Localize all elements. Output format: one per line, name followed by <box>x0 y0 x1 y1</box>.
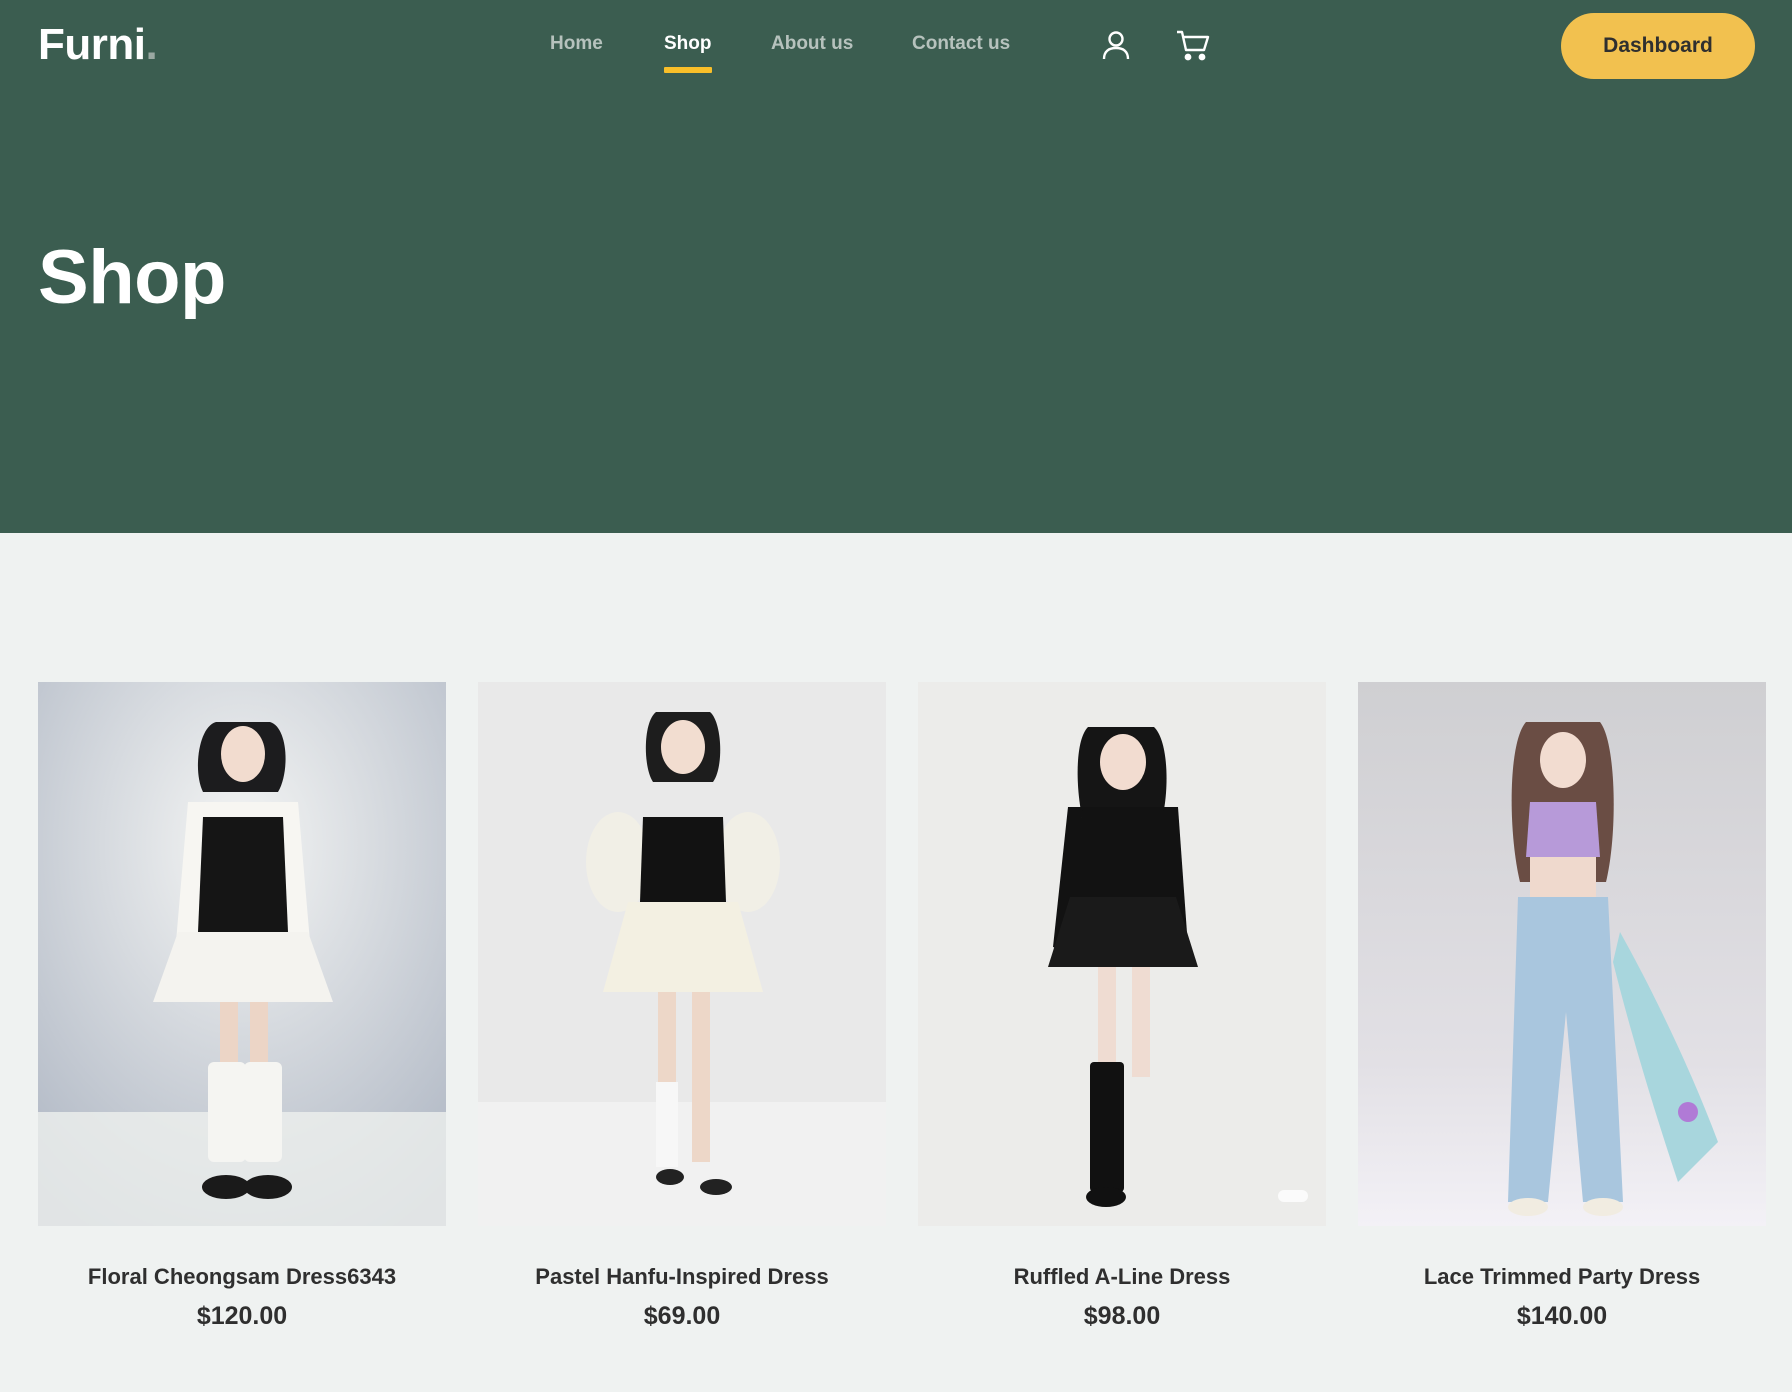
product-name: Pastel Hanfu-Inspired Dress <box>535 1264 829 1289</box>
product-price: $120.00 <box>196 1302 288 1330</box>
product-name: Ruffled A-Line Dress <box>1013 1264 1231 1289</box>
page-title: Shop <box>38 235 226 320</box>
product-price: $140.00 <box>1516 1302 1608 1330</box>
product-name: Lace Trimmed Party Dress <box>1423 1264 1701 1289</box>
cart-icon[interactable] <box>1175 28 1210 62</box>
user-icon[interactable] <box>1099 28 1133 62</box>
nav-item-shop[interactable]: Shop <box>664 33 712 73</box>
product-price: $98.00 <box>1083 1302 1161 1330</box>
main-nav: Home Shop About us Contact us <box>0 0 1792 92</box>
site-header: Furni. Home Shop About us Contact us Das… <box>0 0 1792 533</box>
nav-item-about[interactable]: About us <box>771 33 853 55</box>
nav-item-contact[interactable]: Contact us <box>912 33 1010 55</box>
product-name: Floral Cheongsam Dress6343 <box>87 1264 397 1289</box>
product-card[interactable]: Pastel Hanfu-Inspired Dress $69.00 <box>478 682 886 1331</box>
dashboard-button[interactable]: Dashboard <box>1561 13 1755 79</box>
product-price: $69.00 <box>643 1302 721 1330</box>
product-photo[interactable] <box>918 682 1326 1226</box>
product-photo[interactable] <box>478 682 886 1226</box>
product-photo[interactable] <box>38 682 446 1226</box>
product-card[interactable]: Floral Cheongsam Dress6343 $120.00 <box>38 682 446 1331</box>
product-card[interactable]: Lace Trimmed Party Dress $140.00 <box>1358 682 1766 1331</box>
product-card[interactable]: Ruffled A-Line Dress $98.00 <box>918 682 1326 1331</box>
nav-item-home[interactable]: Home <box>550 33 603 55</box>
product-photo[interactable] <box>1358 682 1766 1226</box>
